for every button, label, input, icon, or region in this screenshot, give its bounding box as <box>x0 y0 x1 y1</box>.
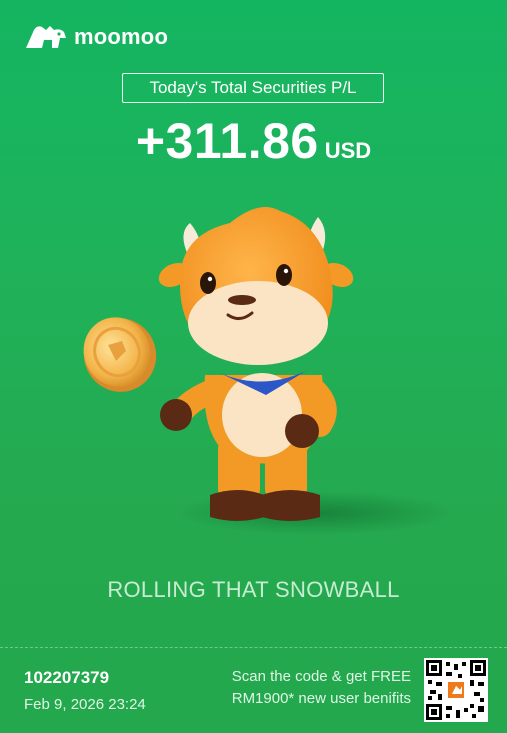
pl-amount: +311.86 USD <box>0 112 507 170</box>
pl-value: +311.86 <box>135 113 319 169</box>
pl-label: Today's Total Securities P/L <box>122 73 384 103</box>
brand-logo: moomoo <box>24 24 168 50</box>
slogan: ROLLING THAT SNOWBALL <box>107 577 400 602</box>
promo-line-1: Scan the code & get FREE <box>231 668 411 685</box>
qr-code-graphic <box>426 660 486 720</box>
promo-line-2: RM1900* new user benifits <box>231 690 411 707</box>
footer-divider <box>0 647 507 648</box>
brand-name: moomoo <box>74 24 169 49</box>
moomoo-bull-icon <box>26 26 66 48</box>
bull-mascot-illustration <box>83 207 450 535</box>
share-card: moomoo Today's Total Securities P/L +311… <box>0 0 507 733</box>
pl-currency: USD <box>324 138 372 163</box>
promo-text: Scan the code & get FREE RM1900* new use… <box>232 666 411 710</box>
timestamp: Feb 9, 2026 23:24 <box>24 696 146 713</box>
user-id: 102207379 <box>24 668 110 687</box>
qr-code-icon[interactable] <box>424 658 488 722</box>
